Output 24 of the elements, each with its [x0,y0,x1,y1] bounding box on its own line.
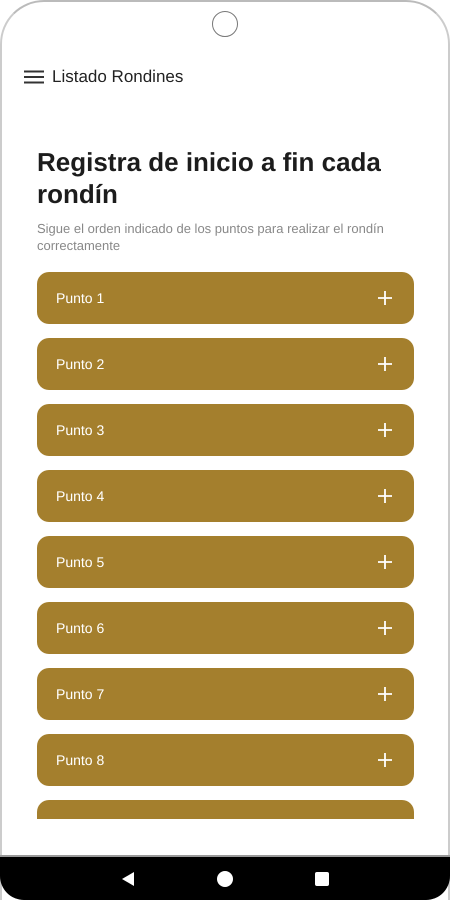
page-heading: Registra de inicio a fin cada rondín [37,146,382,210]
plus-icon [378,357,392,371]
accordion-item[interactable]: Punto 2 [37,338,414,390]
accordion-item[interactable]: Punto 6 [37,602,414,654]
recents-icon[interactable] [314,870,330,886]
home-icon[interactable] [216,870,234,888]
plus-icon [378,489,392,503]
plus-icon [378,423,392,437]
plus-icon [378,687,392,701]
back-icon[interactable] [120,870,136,886]
accordion-item[interactable]: Punto 4 [37,470,414,522]
accordion-item[interactable]: Punto 7 [37,668,414,720]
plus-icon [378,753,392,767]
app-bar-title: Listado Rondines [52,67,184,87]
page-subtitle: Sigue el orden indicado de los puntos para realizar el rondín correctamente [37,220,385,254]
menu-icon[interactable] [24,70,44,84]
accordion-item[interactable]: Punto 3 [37,404,414,456]
plus-icon [378,621,392,635]
accordion-item[interactable]: Punto 1 [37,272,414,324]
plus-icon [378,291,392,305]
camera-cutout [212,11,238,37]
accordion-item[interactable]: Punto 5 [37,536,414,588]
plus-icon [378,555,392,569]
accordion-item[interactable]: Punto 8 [37,734,414,786]
